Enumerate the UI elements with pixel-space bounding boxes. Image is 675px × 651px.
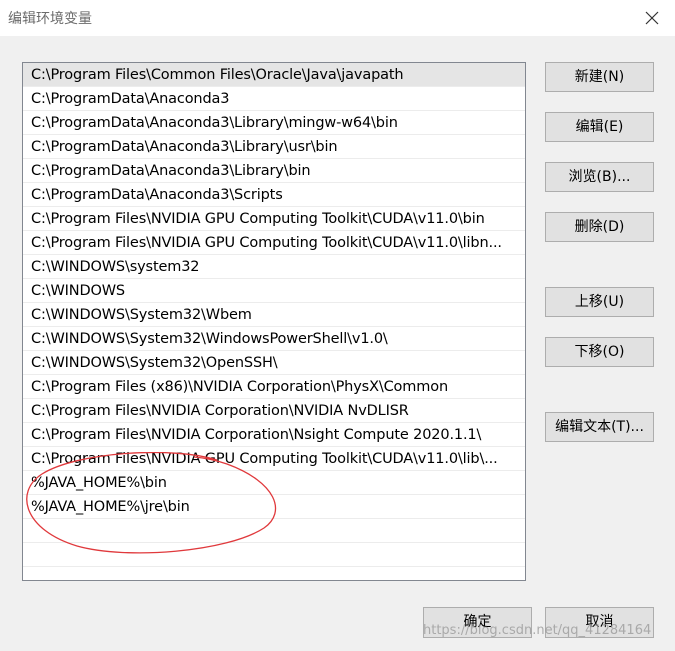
list-item[interactable]: C:\Program Files\NVIDIA GPU Computing To… <box>23 447 525 471</box>
move-up-button[interactable]: 上移(U) <box>545 287 654 317</box>
delete-button[interactable]: 删除(D) <box>545 212 654 242</box>
list-item[interactable]: C:\ProgramData\Anaconda3\Scripts <box>23 183 525 207</box>
list-item[interactable]: C:\Program Files (x86)\NVIDIA Corporatio… <box>23 375 525 399</box>
list-item[interactable]: C:\ProgramData\Anaconda3\Library\mingw-w… <box>23 111 525 135</box>
list-item[interactable]: C:\WINDOWS <box>23 279 525 303</box>
edit-text-button[interactable]: 编辑文本(T)... <box>545 412 654 442</box>
list-item[interactable]: %JAVA_HOME%\bin <box>23 471 525 495</box>
title-bar: 编辑环境变量 <box>0 0 675 36</box>
list-item[interactable]: C:\Program Files\NVIDIA GPU Computing To… <box>23 207 525 231</box>
list-item[interactable]: C:\ProgramData\Anaconda3\Library\usr\bin <box>23 135 525 159</box>
browse-button[interactable]: 浏览(B)... <box>545 162 654 192</box>
list-item[interactable]: %JAVA_HOME%\jre\bin <box>23 495 525 519</box>
list-item[interactable]: C:\Program Files\NVIDIA Corporation\NVID… <box>23 399 525 423</box>
list-item[interactable] <box>23 567 525 580</box>
list-item[interactable]: C:\Program Files\Common Files\Oracle\Jav… <box>23 63 525 87</box>
edit-button[interactable]: 编辑(E) <box>545 112 654 142</box>
list-item[interactable]: C:\WINDOWS\system32 <box>23 255 525 279</box>
move-down-button[interactable]: 下移(O) <box>545 337 654 367</box>
list-item[interactable]: C:\ProgramData\Anaconda3 <box>23 87 525 111</box>
path-listbox[interactable]: C:\Program Files\Common Files\Oracle\Jav… <box>22 62 526 581</box>
list-item[interactable]: C:\WINDOWS\System32\Wbem <box>23 303 525 327</box>
list-item[interactable] <box>23 543 525 567</box>
watermark-text: https://blog.csdn.net/qq_41284164 <box>423 623 652 638</box>
list-item[interactable]: C:\WINDOWS\System32\WindowsPowerShell\v1… <box>23 327 525 351</box>
new-button[interactable]: 新建(N) <box>545 62 654 92</box>
list-item[interactable]: C:\Program Files\NVIDIA GPU Computing To… <box>23 231 525 255</box>
close-icon <box>645 11 659 25</box>
list-item[interactable]: C:\WINDOWS\System32\OpenSSH\ <box>23 351 525 375</box>
list-item[interactable] <box>23 519 525 543</box>
list-item[interactable]: C:\ProgramData\Anaconda3\Library\bin <box>23 159 525 183</box>
close-button[interactable] <box>637 4 667 32</box>
window-title: 编辑环境变量 <box>8 11 92 27</box>
list-item[interactable]: C:\Program Files\NVIDIA Corporation\Nsig… <box>23 423 525 447</box>
